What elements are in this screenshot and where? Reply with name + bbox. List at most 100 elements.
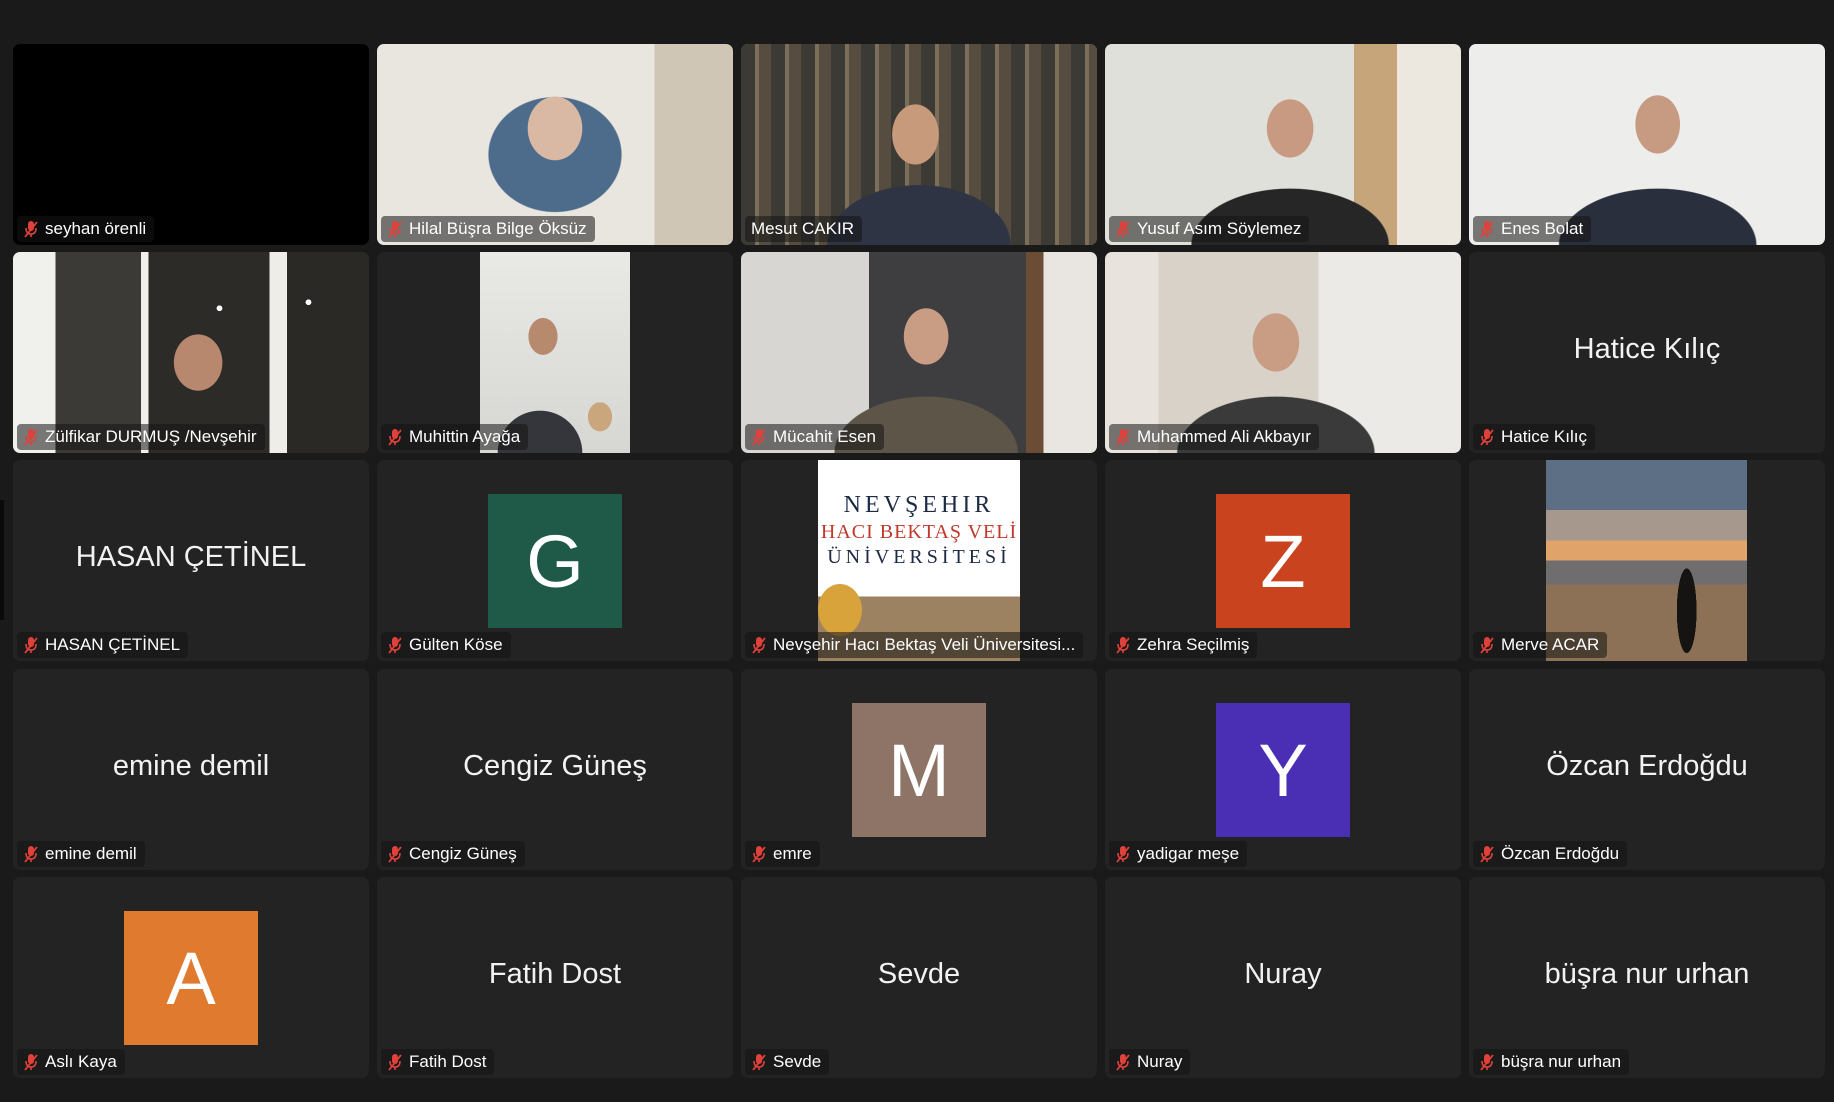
home-icon xyxy=(994,462,1008,474)
participant-tile[interactable]: büşra nur urhan büşra nur urhan xyxy=(1469,877,1825,1078)
participant-name-label: büşra nur urhan xyxy=(1473,1049,1630,1075)
participant-name-label: Cengiz Güneş xyxy=(381,841,525,867)
mic-muted-icon xyxy=(1115,845,1131,863)
mic-muted-icon xyxy=(751,636,767,654)
participant-name: Mücahit Esen xyxy=(773,427,876,446)
participant-tile[interactable]: seyhan örenli xyxy=(13,44,369,245)
participant-name: Fatih Dost xyxy=(409,1052,487,1071)
participant-tile[interactable]: Zülfikar DURMUŞ /Nevşehir xyxy=(13,252,369,453)
participant-tile[interactable]: Mücahit Esen xyxy=(741,252,1097,453)
video-gallery: seyhan örenli Hilal Büşra Bilge Öksüz Mesu… xyxy=(0,0,1834,1102)
mic-muted-icon xyxy=(387,1053,403,1071)
mic-muted-icon xyxy=(23,220,39,238)
mic-muted-icon xyxy=(387,220,403,238)
participant-tile[interactable]: emine demil emine demil xyxy=(13,669,369,870)
balloon-icon xyxy=(818,584,862,636)
participant-tile[interactable]: Yyadigar meşe xyxy=(1105,669,1461,870)
participant-name-label: Enes Bolat xyxy=(1473,216,1592,242)
university-logo: NEVŞEHIR HACI BEKTAŞ VELİ ÜNİVERSİTESİ xyxy=(818,460,1020,661)
mic-muted-icon xyxy=(751,1053,767,1071)
participant-name-label: Muhittin Ayağa xyxy=(381,424,529,450)
participant-tile[interactable]: A Aslı Kaya xyxy=(13,877,369,1078)
participant-tile[interactable]: G Gülten Köse xyxy=(377,460,733,661)
mic-muted-icon xyxy=(387,636,403,654)
participant-tile[interactable]: Nuray Nuray xyxy=(1105,877,1461,1078)
logo-text: NEVŞEHIR xyxy=(844,492,995,518)
participant-name: Gülten Köse xyxy=(409,635,503,654)
participant-name: Nevşehir Hacı Bektaş Veli Üniversitesi..… xyxy=(773,635,1076,654)
participant-name: HASAN ÇETİNEL xyxy=(45,635,181,654)
participant-name-label: Zehra Seçilmiş xyxy=(1109,632,1258,658)
mic-muted-icon xyxy=(1115,636,1131,654)
mic-muted-icon xyxy=(1115,428,1131,446)
participant-display-name: Özcan Erdoğdu xyxy=(1546,749,1748,782)
participant-tile[interactable]: HASAN ÇETİNEL HASAN ÇETİNEL xyxy=(13,460,369,661)
mic-muted-icon xyxy=(1479,636,1495,654)
participant-name-label: Mesut CAKIR xyxy=(745,216,862,242)
mic-muted-icon xyxy=(1479,220,1495,238)
participant-video xyxy=(1105,252,1461,453)
mic-muted-icon xyxy=(1115,1053,1131,1071)
participant-name: Yusuf Asım Söylemez xyxy=(1137,219,1302,238)
mic-muted-icon xyxy=(23,636,39,654)
mic-muted-icon xyxy=(1479,428,1495,446)
participant-tile[interactable]: Hilal Büşra Bilge Öksüz xyxy=(377,44,733,245)
mic-muted-icon xyxy=(387,428,403,446)
participant-name: Enes Bolat xyxy=(1501,219,1584,238)
participant-name: Aslı Kaya xyxy=(45,1052,117,1071)
participant-name-label: Fatih Dost xyxy=(381,1049,495,1075)
avatar: A xyxy=(124,911,258,1045)
participant-tile[interactable]: Muhittin Ayağa xyxy=(377,252,733,453)
participant-name-label: Muhammed Ali Akbayır xyxy=(1109,424,1319,450)
participant-video xyxy=(13,252,369,453)
participant-name: Mesut CAKIR xyxy=(751,219,854,238)
participant-display-name: Hatice Kılıç xyxy=(1573,332,1721,365)
participant-name: Muhittin Ayağa xyxy=(409,427,521,446)
participant-tile[interactable]: Enes Bolat xyxy=(1469,44,1825,245)
side-panel-handle[interactable] xyxy=(0,500,4,620)
participant-tile[interactable]: NEVŞEHIR HACI BEKTAŞ VELİ ÜNİVERSİTESİ Nevş… xyxy=(741,460,1097,661)
participant-name: Özcan Erdoğdu xyxy=(1501,844,1620,863)
participant-display-name: Sevde xyxy=(877,957,961,990)
participant-tile[interactable]: Z Zehra Seçilmiş xyxy=(1105,460,1461,661)
participant-display-name: Nuray xyxy=(1244,957,1322,990)
participant-name-label: HASAN ÇETİNEL xyxy=(17,632,189,658)
participant-name-label: Zülfikar DURMUŞ /Nevşehir xyxy=(17,424,265,450)
participant-tile[interactable]: Merve ACAR xyxy=(1469,460,1825,661)
participant-name-label: Hilal Büşra Bilge Öksüz xyxy=(381,216,595,242)
participant-name-label: emre xyxy=(745,841,820,867)
participant-name: Merve ACAR xyxy=(1501,635,1600,654)
mic-muted-icon xyxy=(23,428,39,446)
mic-muted-icon xyxy=(751,845,767,863)
participant-name-label: Yusuf Asım Söylemez xyxy=(1109,216,1310,242)
participant-video xyxy=(1469,44,1825,245)
mic-muted-icon xyxy=(751,428,767,446)
participant-tile[interactable]: Sevde Sevde xyxy=(741,877,1097,1078)
participant-tile[interactable]: Mesut CAKIR xyxy=(741,44,1097,245)
participant-name: emre xyxy=(773,844,812,863)
participant-name-label: Nevşehir Hacı Bektaş Veli Üniversitesi..… xyxy=(745,632,1084,658)
participant-name: Nuray xyxy=(1137,1052,1183,1071)
participant-tile[interactable]: Cengiz Güneş Cengiz Güneş xyxy=(377,669,733,870)
participant-tile[interactable]: Fatih Dost Fatih Dost xyxy=(377,877,733,1078)
participant-video xyxy=(480,252,630,453)
participant-display-name: Cengiz Güneş xyxy=(463,749,647,782)
participant-name: Sevde xyxy=(773,1052,822,1071)
participant-name: Zehra Seçilmiş xyxy=(1137,635,1250,654)
participant-video xyxy=(741,252,1097,453)
participant-tile[interactable]: Muhammed Ali Akbayır xyxy=(1105,252,1461,453)
participant-tile[interactable]: Hatice Kılıç Hatice Kılıç xyxy=(1469,252,1825,453)
participant-display-name: emine demil xyxy=(112,749,270,782)
participant-name-label: Nuray xyxy=(1109,1049,1191,1075)
participant-name-label: Gülten Köse xyxy=(381,632,511,658)
participant-name: Muhammed Ali Akbayır xyxy=(1137,427,1311,446)
mic-muted-icon xyxy=(23,845,39,863)
participant-tile[interactable]: Özcan Erdoğdu Özcan Erdoğdu xyxy=(1469,669,1825,870)
participant-name: Cengiz Güneş xyxy=(409,844,517,863)
participant-tile[interactable]: Yusuf Asım Söylemez xyxy=(1105,44,1461,245)
avatar: M xyxy=(852,703,986,837)
participant-tile[interactable]: Memre xyxy=(741,669,1097,870)
participant-display-name: büşra nur urhan xyxy=(1544,957,1750,990)
participant-name: Hilal Büşra Bilge Öksüz xyxy=(409,219,587,238)
participant-name-label: Sevde xyxy=(745,1049,830,1075)
